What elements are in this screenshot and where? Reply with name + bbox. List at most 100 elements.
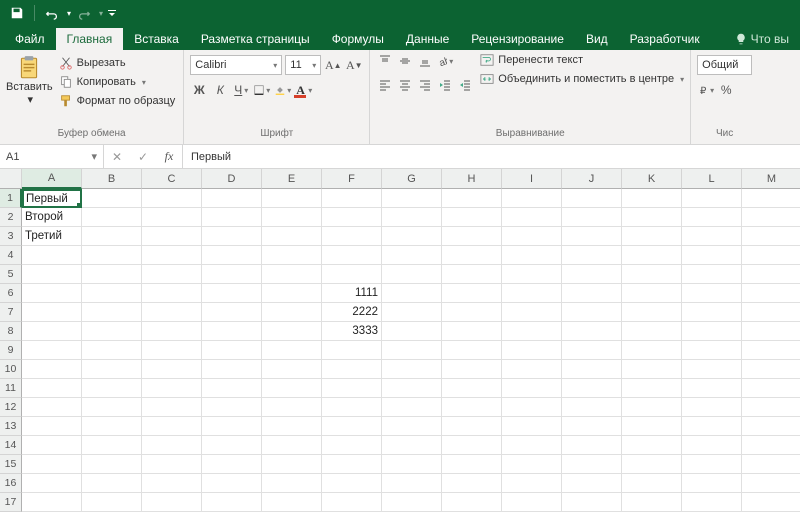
cell[interactable] [142,455,202,474]
cell[interactable] [262,322,322,341]
cell[interactable] [502,322,562,341]
cell[interactable] [382,436,442,455]
cell[interactable] [142,417,202,436]
cell[interactable] [682,436,742,455]
cell[interactable] [502,303,562,322]
column-header[interactable]: I [502,169,562,189]
column-header[interactable]: L [682,169,742,189]
cell[interactable] [742,189,800,208]
cell[interactable] [682,341,742,360]
align-center-button[interactable] [396,76,414,94]
column-header[interactable]: B [82,169,142,189]
cell[interactable] [142,474,202,493]
cell[interactable] [382,265,442,284]
paste-button[interactable]: Вставить ▾ [6,52,57,106]
decrease-indent-button[interactable] [436,76,454,94]
cell[interactable] [682,398,742,417]
cell[interactable]: 2222 [322,303,382,322]
cell[interactable] [22,417,82,436]
cell[interactable] [622,265,682,284]
cell[interactable] [622,341,682,360]
cell[interactable] [202,341,262,360]
cell[interactable] [382,227,442,246]
column-header[interactable]: K [622,169,682,189]
row-header[interactable]: 10 [0,360,22,379]
cell[interactable] [322,493,382,512]
cell[interactable] [22,360,82,379]
cell[interactable] [382,455,442,474]
cell[interactable] [442,227,502,246]
cell[interactable] [142,493,202,512]
cell[interactable] [562,474,622,493]
cell[interactable] [382,417,442,436]
cell[interactable] [262,360,322,379]
font-size-combo[interactable]: 11▾ [285,55,321,75]
cell[interactable] [502,379,562,398]
row-header[interactable]: 7 [0,303,22,322]
copy-button[interactable]: Копировать▾ [57,74,178,90]
cell[interactable] [382,493,442,512]
cell[interactable] [202,189,262,208]
row-header[interactable]: 13 [0,417,22,436]
row-header[interactable]: 17 [0,493,22,512]
cell[interactable] [442,455,502,474]
cell[interactable] [442,417,502,436]
align-top-button[interactable] [376,52,394,70]
cell[interactable] [322,208,382,227]
cell[interactable] [622,284,682,303]
italic-button[interactable]: К [211,81,229,99]
percent-style-button[interactable]: % [717,81,735,99]
cell[interactable] [562,341,622,360]
cell[interactable] [382,360,442,379]
cell[interactable] [622,189,682,208]
cell[interactable] [322,436,382,455]
cell[interactable] [622,493,682,512]
insert-function-button[interactable]: fx [156,145,182,168]
cell[interactable] [82,379,142,398]
cell[interactable] [202,493,262,512]
cut-button[interactable]: Вырезать [57,55,178,71]
cell[interactable] [682,455,742,474]
cell[interactable] [202,284,262,303]
cell[interactable] [262,455,322,474]
cell[interactable] [622,208,682,227]
cell[interactable] [262,227,322,246]
cancel-formula-button[interactable]: ✕ [104,145,130,168]
cell[interactable] [322,227,382,246]
cell[interactable] [202,360,262,379]
cell[interactable] [742,379,800,398]
cell[interactable] [682,284,742,303]
cell[interactable] [742,341,800,360]
cell[interactable] [682,379,742,398]
cell[interactable] [742,265,800,284]
cell[interactable] [262,303,322,322]
cell[interactable] [682,265,742,284]
wrap-text-button[interactable]: Перенести текст [480,53,684,67]
undo-button[interactable] [41,2,63,24]
cell[interactable] [82,474,142,493]
cell[interactable] [502,208,562,227]
cell[interactable] [262,436,322,455]
cell[interactable] [622,379,682,398]
cell[interactable] [442,189,502,208]
tab-developer[interactable]: Разработчик [619,28,711,50]
cell[interactable] [442,341,502,360]
number-format-combo[interactable]: Общий [697,55,752,75]
cell[interactable] [622,417,682,436]
increase-indent-button[interactable] [456,76,474,94]
accounting-format-button[interactable]: ₽▾ [697,81,715,99]
cell[interactable] [202,303,262,322]
row-header[interactable]: 2 [0,208,22,227]
fill-color-button[interactable]: ▾ [274,81,292,99]
font-color-button[interactable]: A▾ [295,81,313,99]
cell[interactable] [442,379,502,398]
cell[interactable] [742,417,800,436]
cell[interactable] [82,208,142,227]
align-left-button[interactable] [376,76,394,94]
row-header[interactable]: 3 [0,227,22,246]
cell[interactable] [442,284,502,303]
cell[interactable] [562,322,622,341]
column-header[interactable]: C [142,169,202,189]
cell[interactable] [682,417,742,436]
cell[interactable] [22,455,82,474]
